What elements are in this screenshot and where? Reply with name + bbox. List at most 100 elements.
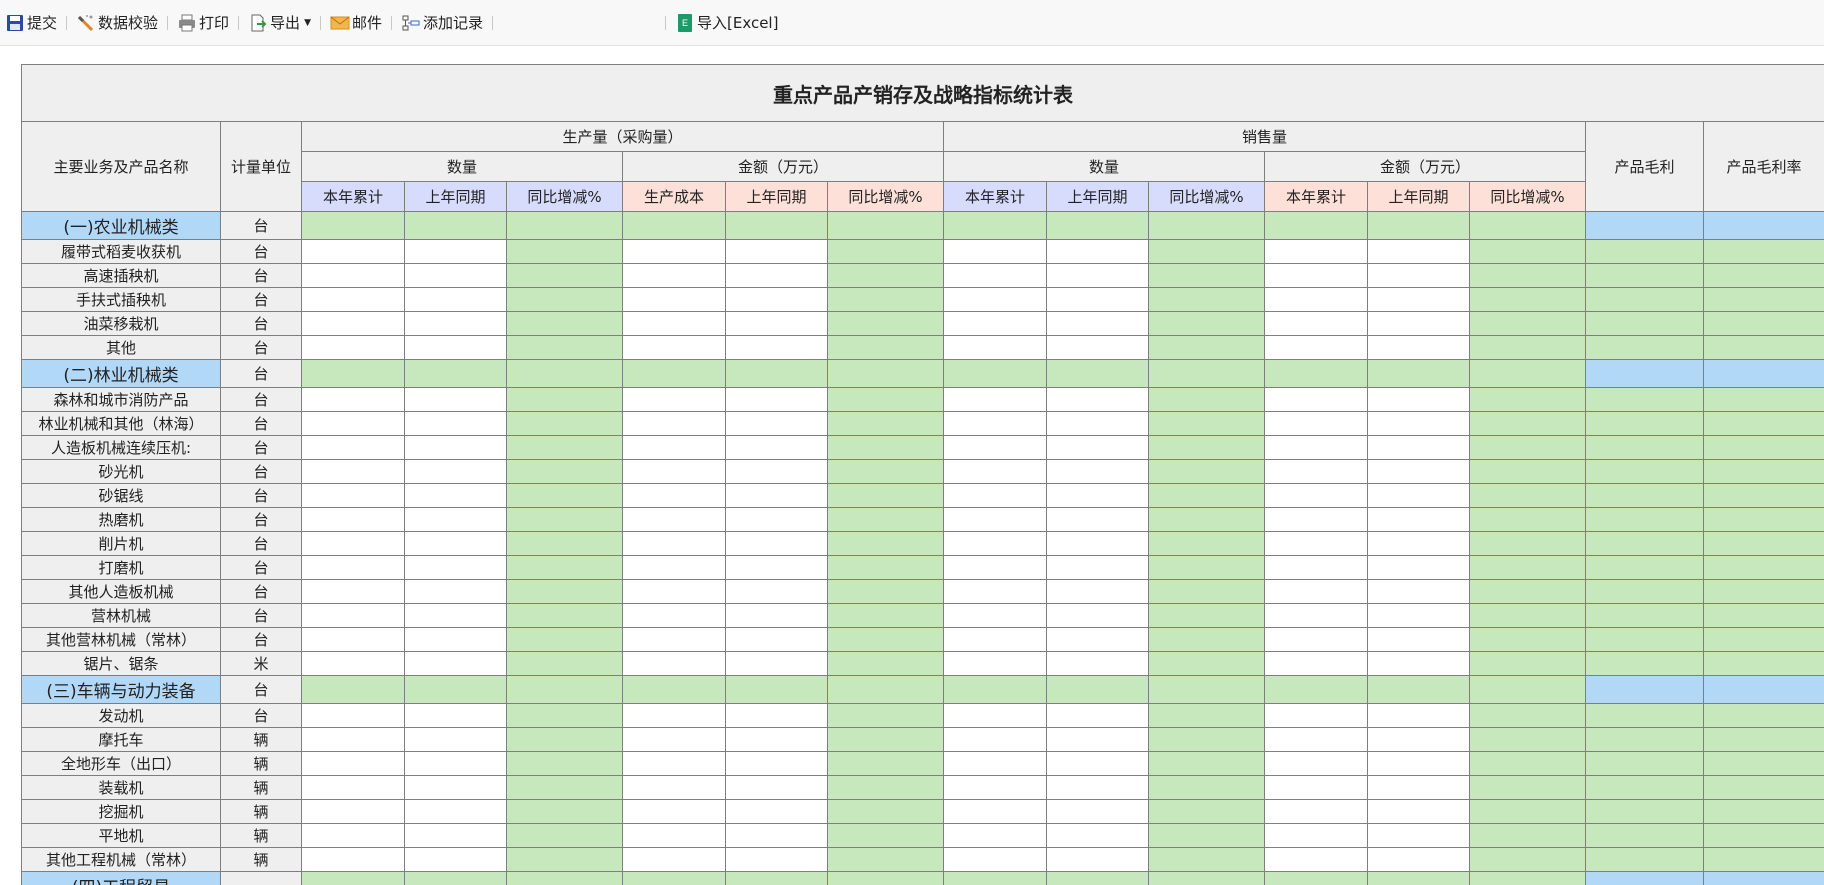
input-cell[interactable] [301, 335, 405, 360]
input-cell[interactable] [943, 627, 1047, 652]
input-cell[interactable] [1264, 287, 1368, 312]
input-cell[interactable] [404, 387, 507, 412]
validate-button[interactable]: 数据校验 [73, 11, 161, 35]
input-cell[interactable] [1367, 799, 1470, 824]
input-cell[interactable] [1264, 239, 1368, 264]
input-cell[interactable] [943, 311, 1047, 336]
input-cell[interactable] [1367, 311, 1470, 336]
export-button[interactable]: 导出 ▼ [245, 11, 314, 35]
input-cell[interactable] [301, 311, 405, 336]
input-cell[interactable] [1367, 387, 1470, 412]
input-cell[interactable] [1367, 703, 1470, 728]
input-cell[interactable] [301, 263, 405, 288]
input-cell[interactable] [1367, 411, 1470, 436]
mail-button[interactable]: 邮件 [327, 11, 385, 35]
input-cell[interactable] [404, 459, 507, 484]
input-cell[interactable] [1046, 603, 1149, 628]
input-cell[interactable] [1367, 459, 1470, 484]
input-cell[interactable] [1367, 775, 1470, 800]
input-cell[interactable] [301, 387, 405, 412]
input-cell[interactable] [725, 703, 828, 728]
input-cell[interactable] [301, 651, 405, 676]
input-cell[interactable] [622, 799, 726, 824]
input-cell[interactable] [725, 335, 828, 360]
input-cell[interactable] [725, 627, 828, 652]
input-cell[interactable] [943, 411, 1047, 436]
input-cell[interactable] [1264, 603, 1368, 628]
input-cell[interactable] [1264, 651, 1368, 676]
input-cell[interactable] [1046, 483, 1149, 508]
input-cell[interactable] [725, 531, 828, 556]
input-cell[interactable] [1046, 507, 1149, 532]
input-cell[interactable] [1046, 335, 1149, 360]
input-cell[interactable] [301, 603, 405, 628]
input-cell[interactable] [404, 727, 507, 752]
input-cell[interactable] [404, 703, 507, 728]
input-cell[interactable] [622, 555, 726, 580]
input-cell[interactable] [943, 847, 1047, 872]
input-cell[interactable] [943, 603, 1047, 628]
input-cell[interactable] [1046, 579, 1149, 604]
input-cell[interactable] [1046, 775, 1149, 800]
input-cell[interactable] [1367, 335, 1470, 360]
input-cell[interactable] [301, 507, 405, 532]
input-cell[interactable] [725, 411, 828, 436]
input-cell[interactable] [1046, 411, 1149, 436]
input-cell[interactable] [1264, 703, 1368, 728]
input-cell[interactable] [301, 847, 405, 872]
input-cell[interactable] [725, 775, 828, 800]
input-cell[interactable] [943, 387, 1047, 412]
input-cell[interactable] [725, 823, 828, 848]
input-cell[interactable] [1367, 531, 1470, 556]
input-cell[interactable] [943, 823, 1047, 848]
input-cell[interactable] [404, 847, 507, 872]
submit-button[interactable]: 提交 [2, 11, 60, 35]
input-cell[interactable] [404, 287, 507, 312]
input-cell[interactable] [725, 651, 828, 676]
input-cell[interactable] [943, 579, 1047, 604]
input-cell[interactable] [1264, 459, 1368, 484]
input-cell[interactable] [725, 579, 828, 604]
input-cell[interactable] [404, 775, 507, 800]
input-cell[interactable] [1367, 579, 1470, 604]
input-cell[interactable] [404, 603, 507, 628]
input-cell[interactable] [943, 335, 1047, 360]
input-cell[interactable] [1367, 727, 1470, 752]
input-cell[interactable] [622, 531, 726, 556]
input-cell[interactable] [1046, 459, 1149, 484]
input-cell[interactable] [943, 287, 1047, 312]
input-cell[interactable] [301, 775, 405, 800]
input-cell[interactable] [301, 823, 405, 848]
input-cell[interactable] [622, 387, 726, 412]
input-cell[interactable] [943, 507, 1047, 532]
input-cell[interactable] [725, 799, 828, 824]
input-cell[interactable] [1264, 555, 1368, 580]
input-cell[interactable] [404, 627, 507, 652]
input-cell[interactable] [943, 651, 1047, 676]
input-cell[interactable] [404, 799, 507, 824]
input-cell[interactable] [1264, 727, 1368, 752]
print-button[interactable]: 打印 [174, 11, 232, 35]
input-cell[interactable] [1367, 651, 1470, 676]
input-cell[interactable] [301, 799, 405, 824]
input-cell[interactable] [301, 287, 405, 312]
input-cell[interactable] [943, 531, 1047, 556]
input-cell[interactable] [1367, 603, 1470, 628]
input-cell[interactable] [622, 483, 726, 508]
input-cell[interactable] [1046, 847, 1149, 872]
input-cell[interactable] [1264, 411, 1368, 436]
input-cell[interactable] [725, 555, 828, 580]
input-cell[interactable] [943, 775, 1047, 800]
input-cell[interactable] [1367, 627, 1470, 652]
input-cell[interactable] [1367, 287, 1470, 312]
input-cell[interactable] [622, 603, 726, 628]
input-cell[interactable] [404, 483, 507, 508]
input-cell[interactable] [622, 335, 726, 360]
input-cell[interactable] [622, 651, 726, 676]
input-cell[interactable] [1264, 751, 1368, 776]
input-cell[interactable] [1046, 435, 1149, 460]
input-cell[interactable] [404, 239, 507, 264]
input-cell[interactable] [301, 627, 405, 652]
input-cell[interactable] [1046, 555, 1149, 580]
input-cell[interactable] [1046, 651, 1149, 676]
